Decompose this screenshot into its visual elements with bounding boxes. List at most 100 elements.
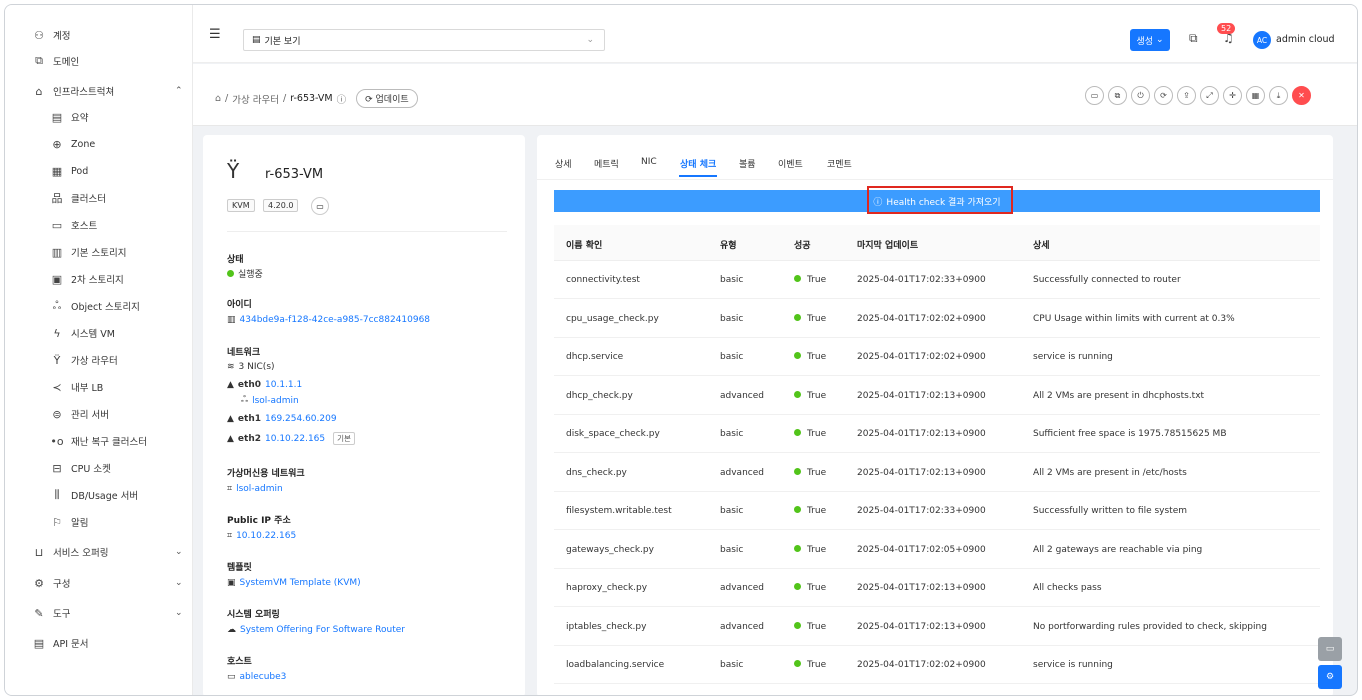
tab-nic[interactable]: NIC (641, 157, 657, 167)
sidebar-item-5[interactable]: ▦ Pod (5, 158, 193, 184)
sidebar-item-0[interactable]: ⚇ 계정 (5, 22, 193, 48)
eth0-network-link[interactable]: lsol-admin (252, 396, 299, 406)
sidebar-item-17[interactable]: ⫼ DB/Usage 서버 (5, 482, 193, 508)
sidebar-item-11[interactable]: ϟ 시스템 VM (5, 320, 193, 346)
sidebar-item-3[interactable]: ▤ 요약 (5, 104, 193, 130)
expand-icon[interactable]: ⤢ (1200, 86, 1219, 105)
sidebar-item-7[interactable]: ▭ 호스트 (5, 212, 193, 238)
tab-details[interactable]: 상세 (555, 157, 572, 170)
create-button[interactable]: 생성 ⌄ (1130, 29, 1170, 51)
version-tag: 4.20.0 (263, 199, 299, 212)
sidebar-item-19[interactable]: ⊔ 서비스 오퍼링 ⌄ (5, 539, 193, 565)
check-name: loadbalancing.service (566, 660, 665, 670)
breadcrumb-router[interactable]: 가상 라우터 (232, 92, 279, 106)
tab-comments[interactable]: 코멘트 (827, 157, 852, 170)
check-last-update: 2025-04-01T17:02:13+0900 (857, 429, 986, 439)
sidebar-item-label: 도구 (53, 609, 71, 620)
eth1-ip[interactable]: 169.254.60.209 (265, 414, 337, 424)
view-selector[interactable]: ▤ 기본 보기 ⌄ (243, 29, 605, 51)
col-type[interactable]: 유형 (720, 238, 737, 251)
home-icon[interactable]: ⌂ (215, 93, 221, 104)
sidebar-item-15[interactable]: •o 재난 복구 클러스터 (5, 428, 193, 454)
create-button-label: 생성 (1136, 36, 1154, 47)
reboot-icon[interactable]: ⟳ (1154, 86, 1173, 105)
username[interactable]: admin cloud (1276, 34, 1335, 45)
offering-label: 시스템 오퍼링 (227, 610, 280, 620)
guest-network-link[interactable]: lsol-admin (236, 484, 283, 494)
col-last-update[interactable]: 마지막 업데이트 (857, 238, 918, 251)
public-ip-link[interactable]: 10.10.22.165 (236, 531, 296, 541)
host-link[interactable]: ablecube3 (240, 672, 287, 682)
tab-events[interactable]: 이벤트 (778, 157, 803, 170)
api-doc-icon: ▤ (33, 636, 45, 650)
update-button[interactable]: ⟳ 업데이트 (356, 89, 418, 108)
check-last-update: 2025-04-01T17:02:02+0900 (857, 352, 986, 362)
breadcrumb: ⌂ / 가상 라우터 / r-653-VM ⓘ ⟳ 업데이트 (215, 89, 418, 108)
tab-volumes[interactable]: 볼륨 (739, 157, 756, 170)
eth2-row: ▲ eth2 10.10.22.165 기본 (227, 432, 355, 445)
success-text: True (807, 506, 827, 516)
sidebar-item-label: 내부 LB (71, 383, 104, 394)
sidebar-item-1[interactable]: ⧉ 도메인 (5, 48, 193, 74)
check-detail: Sufficient free space is 1975.78515625 M… (1033, 429, 1227, 439)
nic-icon: ▲ (227, 433, 234, 444)
sidebar-item-label: 인프라스트럭쳐 (53, 87, 115, 98)
sidebar-item-label: 클러스터 (71, 194, 106, 205)
project-switch-icon[interactable]: ⧉ (1189, 31, 1198, 46)
col-detail[interactable]: 상세 (1033, 238, 1050, 251)
sidebar-item-9[interactable]: ▣ 2차 스토리지 (5, 266, 193, 292)
update-button-label: 업데이트 (375, 95, 409, 105)
table-row: gateways_check.py basic True 2025-04-01T17:… (554, 531, 1320, 569)
eth0-ip[interactable]: 10.1.1.1 (265, 380, 302, 390)
guest-network-value: ⌗ lsol-admin (227, 484, 283, 494)
sidebar-item-6[interactable]: 品 클러스터 (5, 185, 193, 211)
check-last-update: 2025-04-01T17:02:13+0900 (857, 583, 986, 593)
migrate-icon[interactable]: ✛ (1223, 86, 1242, 105)
sidebar-item-label: 구성 (53, 579, 71, 590)
upgrade-icon[interactable]: ⇪ (1177, 86, 1196, 105)
status-dot-icon (227, 270, 234, 277)
check-last-update: 2025-04-01T17:02:02+0900 (857, 313, 986, 324)
offering-link[interactable]: System Offering For Software Router (240, 625, 405, 635)
sidebar-item-22[interactable]: ▤ API 문서 (5, 630, 193, 656)
sidebar-item-13[interactable]: ≺ 내부 LB (5, 374, 193, 400)
console-icon[interactable]: ▭ (1085, 86, 1104, 105)
table-row: dhcp_check.py advanced True 2025-04-01T17:0… (554, 377, 1320, 415)
sidebar-item-8[interactable]: ▥ 기본 스토리지 (5, 239, 193, 265)
sidebar-item-16[interactable]: ⊟ CPU 소켓 (5, 455, 193, 481)
diagnostics-icon[interactable]: ▦ (1246, 86, 1265, 105)
template-link[interactable]: SystemVM Template (KVM) (240, 578, 361, 588)
public-ip-label: Public IP 주소 (227, 516, 291, 526)
sidebar-item-18[interactable]: ⚐ 알림 (5, 509, 193, 535)
check-success: True (794, 583, 826, 593)
copy-icon[interactable]: ⧉ (1108, 86, 1127, 105)
power-icon[interactable]: ⏻ (1131, 86, 1150, 105)
sidebar-item-14[interactable]: ⊜ 관리 서버 (5, 401, 193, 427)
col-success[interactable]: 성공 (794, 238, 811, 251)
console-icon[interactable]: ▭ (311, 197, 329, 215)
sidebar-item-label: 호스트 (71, 221, 98, 232)
sidebar-item-4[interactable]: ⊕ Zone (5, 131, 193, 157)
tab-metrics[interactable]: 메트릭 (594, 157, 619, 170)
check-type: basic (720, 275, 744, 285)
id-link[interactable]: 434bde9a-f128-42ce-a985-7cc882410968 (240, 315, 431, 325)
eth2-ip[interactable]: 10.10.22.165 (265, 434, 325, 444)
menu-fold-icon[interactable]: ☰ (209, 27, 221, 42)
sidebar-item-21[interactable]: ✎ 도구 ⌄ (5, 600, 193, 626)
sidebar-item-12[interactable]: Ÿ 가상 라우터 (5, 347, 193, 373)
check-last-update: 2025-04-01T17:02:13+0900 (857, 390, 986, 401)
avatar[interactable]: AC (1253, 31, 1271, 49)
help-icon[interactable]: ⓘ (337, 92, 347, 106)
tab-health-check[interactable]: 상태 체크 (680, 157, 716, 170)
sidebar-item-10[interactable]: ஃ Object 스토리지 (5, 293, 193, 319)
delete-icon[interactable]: ✕ (1292, 86, 1311, 105)
download-icon[interactable]: ⤓ (1269, 86, 1288, 105)
settings-icon[interactable]: ⚙ (1318, 665, 1342, 689)
sidebar-item-20[interactable]: ⚙ 구성 ⌄ (5, 570, 193, 596)
col-name[interactable]: 이름 확인 (566, 238, 602, 251)
check-detail: service is running (1033, 660, 1113, 670)
success-dot-icon (794, 390, 801, 398)
check-last-update: 2025-04-01T17:02:13+0900 (857, 621, 986, 632)
sidebar-item-2[interactable]: ⌂ 인프라스트럭쳐 ⌃ (5, 78, 193, 104)
feedback-icon[interactable]: ▭ (1318, 637, 1342, 661)
